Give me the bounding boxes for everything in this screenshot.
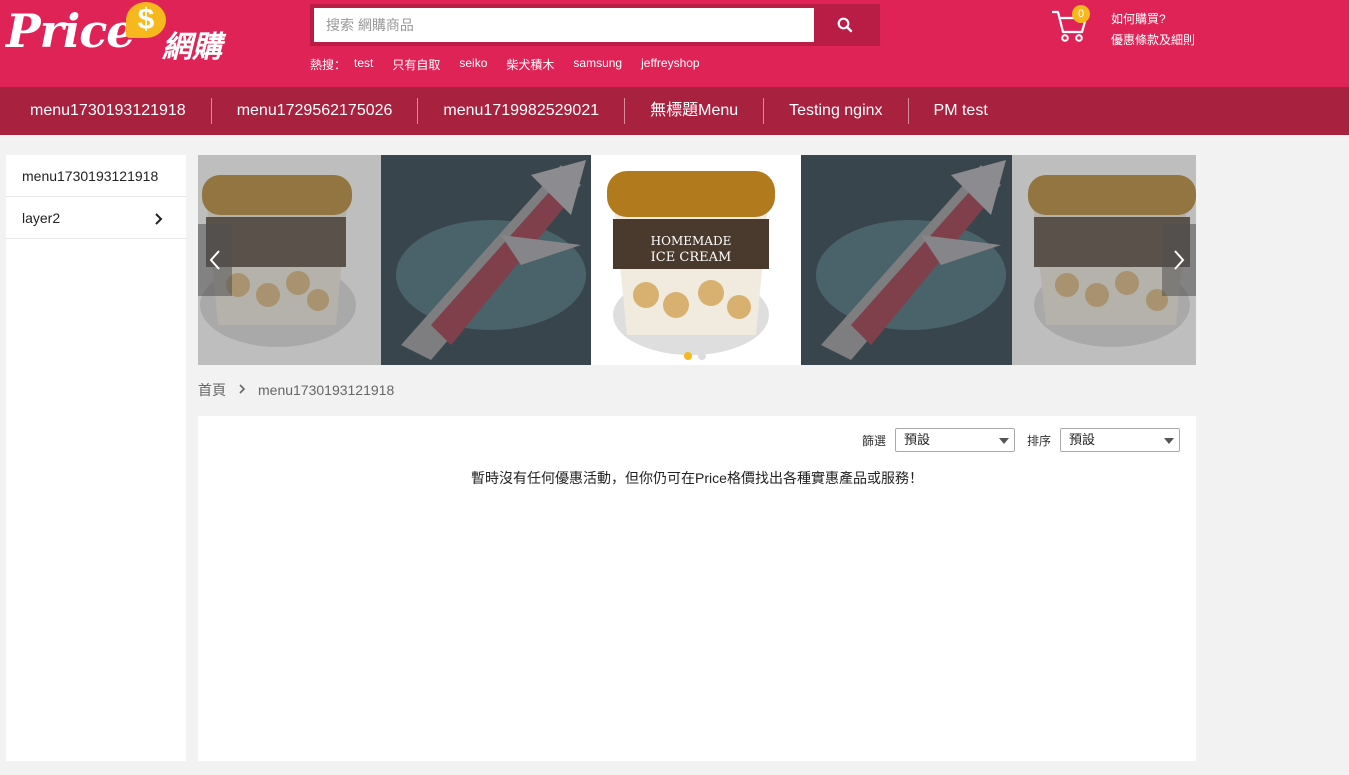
chevron-right-icon [154, 197, 164, 239]
chevron-right-icon [1174, 250, 1185, 270]
chevron-right-icon [238, 382, 246, 398]
carousel-prev-button[interactable] [198, 224, 232, 296]
breadcrumb-current: menu1730193121918 [258, 382, 395, 398]
sidebar-item[interactable]: layer2 [6, 197, 186, 239]
filter-select-value: 預設 [904, 432, 931, 447]
empty-state-message: 暫時沒有任何優惠活動，但你仍可在Price格價找出各種實惠產品或服務！ [471, 470, 923, 486]
breadcrumb: 首頁 menu1730193121918 [198, 380, 394, 400]
carousel-dots [684, 352, 706, 360]
dropdown-arrow-icon [999, 438, 1009, 444]
search-icon [837, 17, 853, 33]
help-links: 如何購買? 優惠條款及細則 [1111, 9, 1195, 51]
carousel-dot[interactable] [698, 352, 706, 360]
nav-item[interactable]: menu1730193121918 [0, 98, 211, 124]
carousel-slide-active[interactable]: HOMEMADE ICE CREAM [591, 155, 801, 365]
hot-search-term[interactable]: 只有自取 [392, 56, 440, 73]
nav-item[interactable]: menu1719982529021 [417, 98, 624, 124]
carousel-dot[interactable] [684, 352, 692, 360]
search-input[interactable] [314, 8, 814, 42]
logo-dollar-badge: $ [126, 2, 166, 38]
hot-search-term[interactable]: test [354, 56, 373, 73]
logo-cn-text: 網購 [162, 30, 222, 65]
filter-select[interactable]: 預設 [895, 428, 1015, 452]
sidebar-item-label: menu1730193121918 [22, 168, 159, 184]
nav-item[interactable]: Testing nginx [763, 98, 907, 124]
carousel-slide[interactable] [801, 155, 1012, 365]
sidebar-item-label: layer2 [22, 210, 61, 226]
logo-price-text: Price [6, 4, 136, 58]
svg-text:HOMEMADE: HOMEMADE [651, 234, 732, 248]
hot-search-term[interactable]: jeffreyshop [641, 56, 699, 73]
breadcrumb-home[interactable]: 首頁 [198, 380, 226, 400]
cart-count-badge: 0 [1072, 5, 1090, 23]
search-button[interactable] [814, 8, 876, 42]
site-header: Price $ 網購 熱搜： test 只有自取 seiko 柴犬積木 sams… [0, 0, 1349, 87]
main-nav: menu1730193121918 menu1729562175026 menu… [0, 87, 1349, 135]
price-logo[interactable]: Price $ 網購 [6, 2, 226, 65]
terms-link[interactable]: 優惠條款及細則 [1111, 30, 1195, 51]
svg-text:ICE CREAM: ICE CREAM [651, 250, 732, 265]
hot-search-term[interactable]: 柴犬積木 [506, 56, 554, 73]
deals-panel: 篩選 預設 排序 預設 暫時沒有任何優惠活動，但你仍可在Price格價找出各種實… [198, 416, 1196, 761]
sidebar-item[interactable]: menu1730193121918 [6, 155, 186, 197]
search-bar [310, 4, 880, 46]
hot-search-label: 熱搜： [310, 58, 347, 72]
sort-select-value: 預設 [1069, 432, 1096, 447]
category-sidebar: menu1730193121918 layer2 [6, 155, 186, 761]
chevron-left-icon [209, 250, 220, 270]
carousel-slide[interactable] [381, 155, 591, 365]
hot-search-list: 熱搜： test 只有自取 seiko 柴犬積木 samsung jeffrey… [310, 56, 719, 73]
carousel-next-button[interactable] [1162, 224, 1196, 296]
dropdown-arrow-icon [1164, 438, 1174, 444]
hot-search-term[interactable]: samsung [573, 56, 622, 73]
nav-item[interactable]: menu1729562175026 [210, 98, 418, 124]
nav-item[interactable]: PM test [907, 98, 1013, 124]
how-to-buy-link[interactable]: 如何購買? [1111, 9, 1195, 30]
hot-search-term[interactable]: seiko [459, 56, 487, 73]
filter-label: 篩選 [862, 434, 887, 448]
nav-item[interactable]: 無標題Menu [624, 98, 763, 124]
sort-label: 排序 [1027, 434, 1052, 448]
sort-select[interactable]: 預設 [1060, 428, 1180, 452]
banner-carousel[interactable]: HOMEMADE ICE CREAM [198, 155, 1196, 365]
